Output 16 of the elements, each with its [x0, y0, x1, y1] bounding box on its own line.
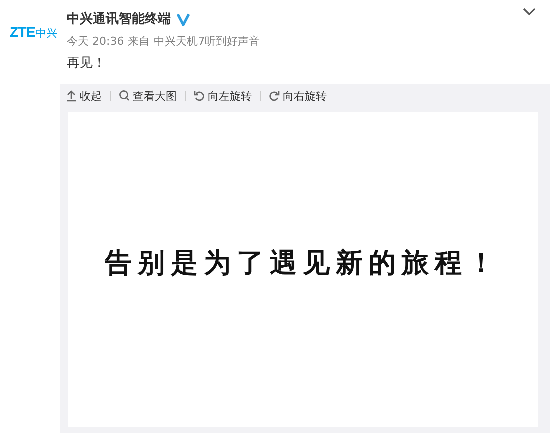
toolbar-link[interactable]: 收起	[66, 88, 102, 104]
author-name[interactable]: 中兴通讯智能终端	[67, 10, 171, 28]
toolbar-link[interactable]: 向右旋转	[269, 88, 327, 104]
toolbar-link[interactable]: 查看大图	[119, 88, 177, 104]
source-label: 来自	[128, 34, 150, 49]
post-time[interactable]: 今天 20:36	[67, 34, 124, 49]
post-source[interactable]: 中兴天机7听到好声音	[154, 34, 260, 49]
toolbar-link[interactable]: 向左旋转	[194, 88, 252, 104]
upload-icon	[66, 90, 77, 102]
rotate-left-icon	[194, 90, 205, 102]
chevron-down-icon[interactable]	[523, 8, 536, 16]
rotate-right-icon	[269, 90, 280, 102]
search-icon	[119, 90, 130, 102]
image-caption: 告别是为了遇见新的旅程！	[105, 246, 501, 280]
post-image[interactable]: 告别是为了遇见新的旅程！	[68, 112, 538, 427]
post-text: 再见！	[67, 55, 107, 72]
